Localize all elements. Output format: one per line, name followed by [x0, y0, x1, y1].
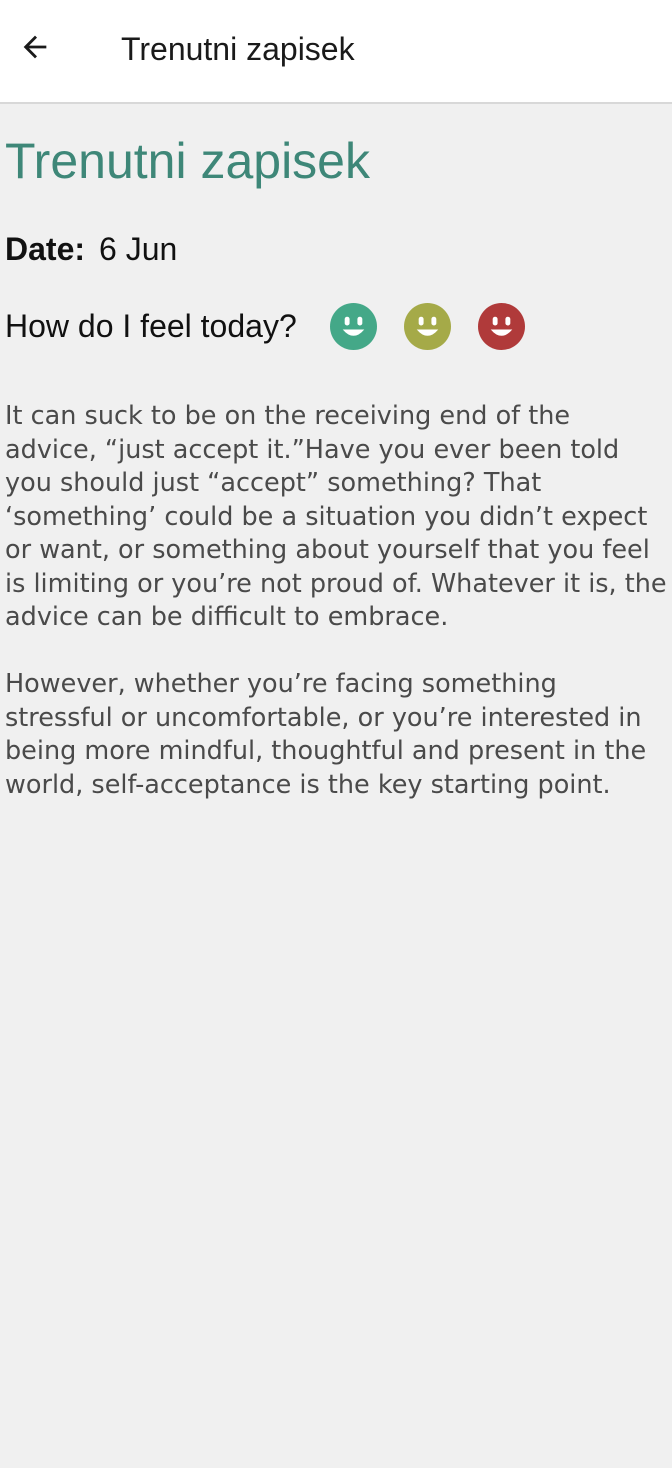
date-label: Date: — [5, 231, 86, 267]
arrow-left-icon — [23, 35, 47, 59]
entry-paragraph: It can suck to be on the receiving end o… — [5, 401, 667, 632]
app-bar-title: Trenutni zapisek — [121, 31, 355, 67]
page-title: Trenutni zapisek — [5, 133, 370, 189]
mood-row: How do I feel today? — [5, 302, 525, 350]
app-bar: Trenutni zapisek — [0, 0, 672, 104]
date-row: Date: 6 Jun — [5, 230, 177, 268]
entry-body: It can suck to be on the receiving end o… — [5, 400, 667, 836]
mood-selector — [329, 302, 525, 350]
date-value: 6 Jun — [99, 231, 178, 267]
mood-olive-smiley-icon[interactable] — [403, 302, 451, 350]
mood-question: How do I feel today? — [5, 308, 297, 344]
back-button[interactable] — [10, 22, 60, 72]
mood-red-smiley-icon[interactable] — [477, 302, 525, 350]
mood-green-smiley-icon[interactable] — [329, 302, 377, 350]
entry-paragraph: However, whether you’re facing something… — [5, 669, 647, 800]
